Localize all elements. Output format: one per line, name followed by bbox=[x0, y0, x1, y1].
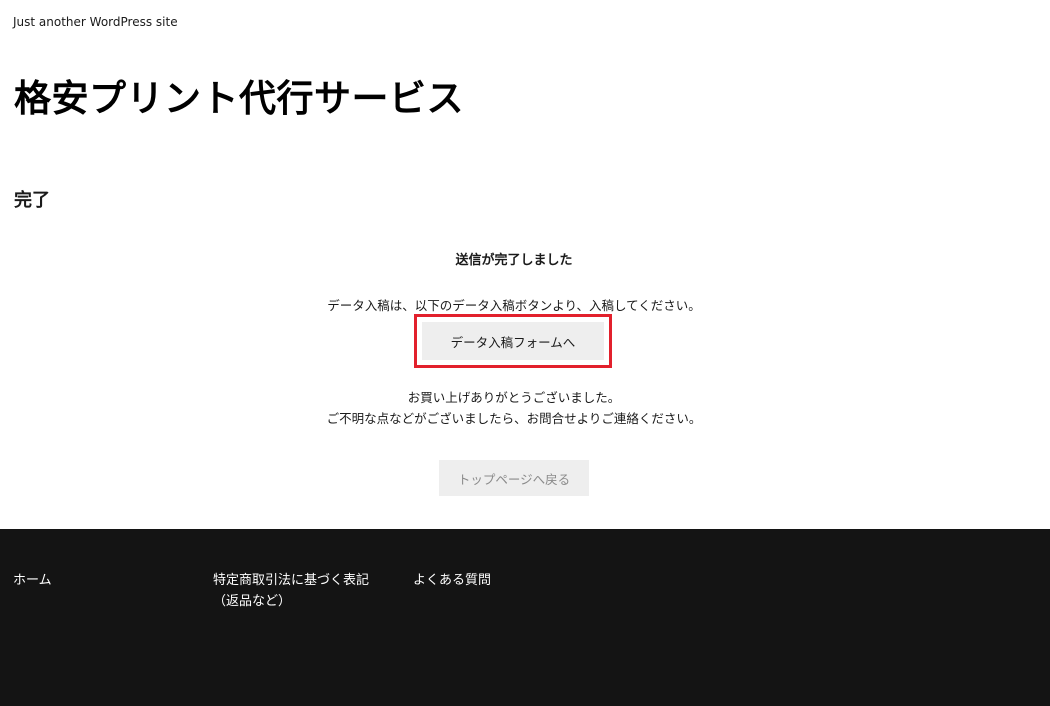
upload-instruction: データ入稿は、以下のデータ入稿ボタンより、入稿してください。 bbox=[327, 298, 701, 313]
completion-heading: 送信が完了しました bbox=[455, 253, 573, 268]
page-title: 完了 bbox=[14, 190, 50, 211]
footer: ホーム 特定商取引法に基づく表記（返品など） よくある質問 bbox=[0, 529, 1050, 706]
thanks-line: お買い上げありがとうございました。 bbox=[407, 390, 621, 405]
site-title[interactable]: 格安プリント代行サービス bbox=[14, 68, 464, 122]
back-to-top-button[interactable]: トップページへ戻る bbox=[439, 460, 589, 496]
footer-link-legal-notice[interactable]: 特定商取引法に基づく表記（返品など） bbox=[213, 570, 388, 612]
footer-link-faq[interactable]: よくある質問 bbox=[413, 570, 491, 591]
page: Just another WordPress site 格安プリント代行サービス… bbox=[0, 0, 1050, 706]
thanks-message: お買い上げありがとうございました。 ご不明な点などがございましたら、お問合せより… bbox=[0, 387, 1028, 429]
contact-line: ご不明な点などがございましたら、お問合せよりご連絡ください。 bbox=[326, 411, 702, 426]
footer-link-home[interactable]: ホーム bbox=[13, 570, 52, 591]
data-upload-form-button[interactable]: データ入稿フォームへ bbox=[422, 322, 604, 360]
site-tagline: Just another WordPress site bbox=[13, 15, 178, 29]
upload-button-highlight: データ入稿フォームへ bbox=[414, 314, 612, 368]
